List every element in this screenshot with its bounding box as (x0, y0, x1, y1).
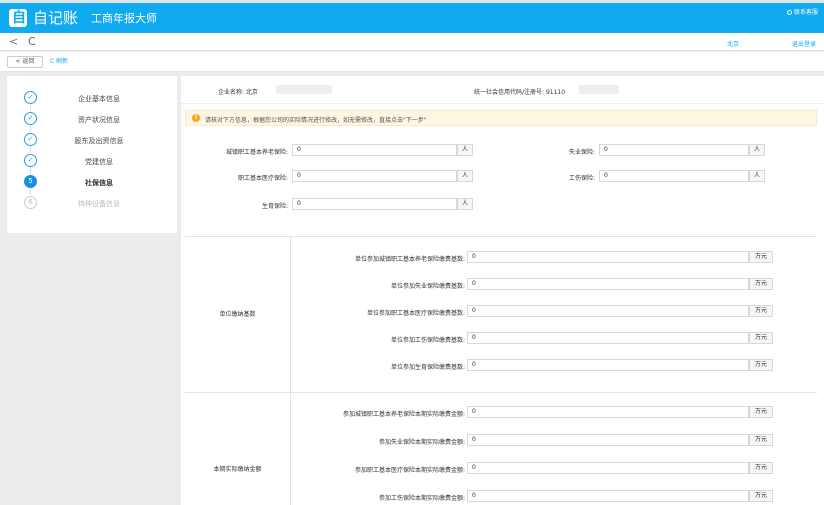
check-icon: ✓ (24, 91, 37, 104)
row-label: 单位参加生育保险缴费基数: (390, 364, 465, 371)
step-label: 企业基本信息 (78, 95, 120, 103)
base-medical-input[interactable]: 0 (467, 305, 749, 317)
medical-count-input[interactable]: 0 (292, 170, 457, 182)
row-label: 单位参加失业保险缴费基数: (390, 283, 465, 290)
field-label: 工伤保险: (568, 175, 595, 182)
step-number-6: 6 (24, 196, 37, 209)
user-name[interactable]: 北京 (727, 39, 739, 48)
field-label: 城镇职工基本养老保险: (225, 149, 288, 156)
paid-section: 本期实际缴纳金额 参加城镇职工基本养老保险本期实际缴费金额: 0 万元 参加失业… (185, 392, 817, 505)
return-button[interactable]: < 返回 (7, 56, 43, 68)
window-title-strip (0, 0, 824, 3)
row-label: 单位参加职工基本医疗保险缴费基数: (366, 310, 465, 317)
step-label: 特种设备信息 (78, 200, 120, 208)
unit-label: 万元 (749, 278, 773, 290)
credit-code: 统一社会信用代码/注册号: 91110 (474, 89, 566, 96)
unit-label: 万元 (749, 305, 773, 317)
step-social-insurance[interactable]: 5 社保信息 (7, 173, 177, 195)
maternity-count-input[interactable]: 0 (292, 198, 457, 210)
notice-banner: ! 请核对下方信息，根据您公司的实际情况进行修改，如无需修改，直接点击"下一步" (185, 110, 817, 126)
paid-medical-input[interactable]: 0 (467, 462, 749, 474)
base-injury-input[interactable]: 0 (467, 332, 749, 344)
paid-pension-input[interactable]: 0 (467, 406, 749, 418)
contact-support-link[interactable]: 联系客服 (786, 9, 818, 17)
step-label: 股东及出资信息 (74, 137, 124, 145)
step-shareholder-info[interactable]: ✓ 股东及出资信息 (7, 131, 177, 153)
base-unemployment-input[interactable]: 0 (467, 278, 749, 290)
unit-label: 万元 (749, 251, 773, 263)
step-label: 社保信息 (85, 179, 113, 187)
brand-subtitle: 工商年报大师 (91, 12, 157, 25)
row-label: 参加职工基本医疗保险本期实际缴费金额: (354, 467, 465, 474)
contact-label: 联系客服 (793, 9, 818, 16)
unit-label: 人 (457, 144, 473, 156)
headset-icon (786, 10, 792, 15)
unit-label: 人 (457, 198, 473, 210)
unit-label: 万元 (749, 462, 773, 474)
row-label: 单位参加工伤保险缴费基数: (390, 337, 465, 344)
pension-count-input[interactable]: 0 (292, 144, 457, 156)
unit-label: 万元 (749, 490, 773, 502)
notice-text: 请核对下方信息，根据您公司的实际情况进行修改，如无需修改，直接点击"下一步" (205, 117, 427, 124)
nav-bar: < C 北京 退出登录 (0, 33, 824, 51)
step-assets-info[interactable]: ✓ 资产状况信息 (7, 110, 177, 132)
row-label: 单位参加城镇职工基本养老保险缴费基数: (354, 256, 465, 263)
steps-sidebar: ✓ 企业基本信息 ✓ 资产状况信息 ✓ 股东及出资信息 ✓ 党建信息 5 社保信… (7, 76, 177, 233)
check-icon: ✓ (24, 154, 37, 167)
paid-unemployment-input[interactable]: 0 (467, 434, 749, 446)
unit-label: 万元 (749, 406, 773, 418)
field-label: 失业保险: (568, 149, 595, 156)
check-icon: ✓ (24, 133, 37, 146)
step-number-5: 5 (24, 175, 37, 188)
main-panel: 企业名称: 北京 统一社会信用代码/注册号: 91110 ! 请核对下方信息，根… (181, 76, 824, 505)
reload-icon[interactable]: C (28, 35, 36, 48)
logout-link[interactable]: 退出登录 (792, 39, 816, 48)
logo-glyph: 自 (12, 10, 26, 26)
field-label: 生育保险: (261, 203, 288, 210)
unit-label: 人 (457, 170, 473, 182)
field-label: 职工基本医疗保险: (237, 175, 288, 182)
step-special-equipment[interactable]: 6 特种设备信息 (7, 194, 177, 214)
company-info-row: 企业名称: 北京 统一社会信用代码/注册号: 91110 (181, 76, 824, 104)
unit-label: 万元 (749, 332, 773, 344)
step-party-info[interactable]: ✓ 党建信息 (7, 152, 177, 174)
base-pension-input[interactable]: 0 (467, 251, 749, 263)
row-label: 参加工伤保险本期实际缴费金额: (378, 495, 465, 502)
app-logo: 自 (9, 9, 27, 27)
base-section: 单位缴纳基数 单位参加城镇职工基本养老保险缴费基数: 0 万元 单位参加失业保险… (185, 236, 817, 393)
redacted-company-name (276, 85, 332, 94)
redacted-credit-code (579, 85, 619, 94)
refresh-button[interactable]: C 刷新 (50, 56, 68, 68)
brand-name: 自记账 (33, 9, 79, 27)
paid-injury-input[interactable]: 0 (467, 490, 749, 502)
check-icon: ✓ (24, 112, 37, 125)
app-header: 自 自记账 工商年报大师 联系客服 (0, 0, 824, 33)
company-name: 企业名称: 北京 (218, 89, 258, 96)
unit-label: 人 (749, 170, 765, 182)
row-label: 参加失业保险本期实际缴费金额: (378, 439, 465, 446)
step-label: 资产状况信息 (78, 116, 120, 124)
unit-label: 万元 (749, 359, 773, 371)
step-label: 党建信息 (85, 158, 113, 166)
unit-label: 人 (749, 144, 765, 156)
warning-icon: ! (192, 114, 200, 122)
base-maternity-input[interactable]: 0 (467, 359, 749, 371)
injury-count-input[interactable]: 0 (599, 170, 749, 182)
row-label: 参加城镇职工基本养老保险本期实际缴费金额: (342, 411, 465, 418)
back-arrow-icon[interactable]: < (9, 35, 18, 48)
step-company-info[interactable]: ✓ 企业基本信息 (7, 89, 177, 111)
unemployment-count-input[interactable]: 0 (599, 144, 749, 156)
toolbar: < 返回 C 刷新 (0, 52, 824, 72)
unit-label: 万元 (749, 434, 773, 446)
